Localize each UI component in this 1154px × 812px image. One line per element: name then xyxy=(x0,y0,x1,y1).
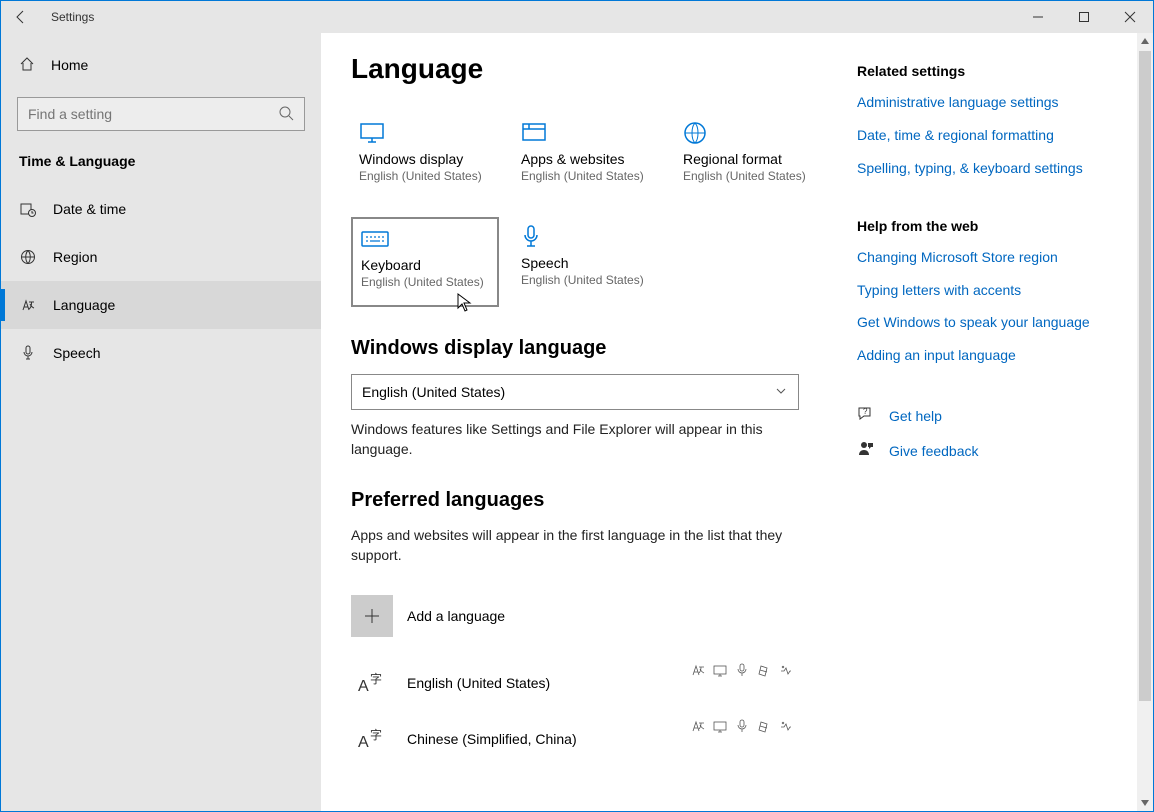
nav-label: Region xyxy=(53,249,97,265)
tile-sub: English (United States) xyxy=(359,169,491,183)
search-box[interactable] xyxy=(17,97,305,131)
tile-sub: English (United States) xyxy=(521,273,653,287)
close-button[interactable] xyxy=(1107,1,1153,33)
link-add-input[interactable]: Adding an input language xyxy=(857,346,1117,365)
home-icon xyxy=(19,56,35,75)
tile-sub: English (United States) xyxy=(521,169,653,183)
minimize-button[interactable] xyxy=(1015,1,1061,33)
feature-badges xyxy=(691,663,793,677)
tile-label: Regional format xyxy=(683,151,815,167)
language-glyph-icon: A字 xyxy=(351,671,393,695)
plus-icon xyxy=(351,595,393,637)
svg-text:字: 字 xyxy=(370,671,382,686)
svg-text:?: ? xyxy=(863,407,868,416)
feedback-icon xyxy=(857,440,875,461)
chevron-down-icon xyxy=(774,384,788,401)
language-glyph-icon: A字 xyxy=(351,727,393,751)
svg-text:A: A xyxy=(358,678,369,695)
nav-language[interactable]: Language xyxy=(1,281,321,329)
tile-label: Apps & websites xyxy=(521,151,653,167)
language-name: Chinese (Simplified, China) xyxy=(407,731,577,747)
link-accents[interactable]: Typing letters with accents xyxy=(857,281,1117,300)
monitor-icon xyxy=(359,119,491,147)
get-help-link[interactable]: ? Get help xyxy=(857,405,1117,426)
window-icon xyxy=(521,119,653,147)
help-icon: ? xyxy=(857,405,875,426)
dropdown-value: English (United States) xyxy=(362,384,505,400)
content-area: Language Windows display English (United… xyxy=(321,33,857,811)
tile-windows-display[interactable]: Windows display English (United States) xyxy=(351,113,499,203)
microphone-icon xyxy=(521,223,653,251)
globe-region-icon xyxy=(683,119,815,147)
tile-sub: English (United States) xyxy=(361,275,489,289)
globe-icon xyxy=(19,249,37,265)
link-admin-language[interactable]: Administrative language settings xyxy=(857,93,1117,112)
search-input[interactable] xyxy=(28,106,278,122)
nav-region[interactable]: Region xyxy=(1,233,321,281)
link-spelling-typing[interactable]: Spelling, typing, & keyboard settings xyxy=(857,159,1117,178)
nav-label: Date & time xyxy=(53,201,126,217)
category-heading: Time & Language xyxy=(1,145,321,185)
preferred-languages-heading: Preferred languages xyxy=(351,489,827,512)
right-pane: Related settings Administrative language… xyxy=(857,33,1137,811)
language-name: English (United States) xyxy=(407,675,550,691)
home-label: Home xyxy=(51,57,88,73)
microphone-icon xyxy=(19,345,37,361)
preferred-languages-desc: Apps and websites will appear in the fir… xyxy=(351,526,811,565)
feature-badges xyxy=(691,719,793,733)
tile-speech[interactable]: Speech English (United States) xyxy=(513,217,661,307)
link-date-time-format[interactable]: Date, time & regional formatting xyxy=(857,126,1117,145)
scrollbar[interactable] xyxy=(1137,33,1153,811)
language-icon xyxy=(19,297,37,313)
link-speak-language[interactable]: Get Windows to speak your language xyxy=(857,313,1117,332)
tile-regional-format[interactable]: Regional format English (United States) xyxy=(675,113,823,203)
calendar-clock-icon xyxy=(19,201,37,217)
tile-label: Keyboard xyxy=(361,257,489,273)
tile-sub: English (United States) xyxy=(683,169,815,183)
link-store-region[interactable]: Changing Microsoft Store region xyxy=(857,248,1117,267)
add-language-label: Add a language xyxy=(407,608,505,624)
svg-text:字: 字 xyxy=(370,727,382,742)
sidebar: Home Time & Language Date & time Region … xyxy=(1,33,321,811)
feedback-label: Give feedback xyxy=(889,443,979,459)
home-nav[interactable]: Home xyxy=(1,41,321,89)
tile-label: Windows display xyxy=(359,151,491,167)
page-title: Language xyxy=(351,53,827,85)
search-icon xyxy=(278,105,294,124)
back-button[interactable] xyxy=(1,1,41,33)
display-language-dropdown[interactable]: English (United States) xyxy=(351,374,799,410)
keyboard-icon xyxy=(361,225,489,253)
give-feedback-link[interactable]: Give feedback xyxy=(857,440,1117,461)
maximize-button[interactable] xyxy=(1061,1,1107,33)
add-language-button[interactable]: Add a language xyxy=(351,595,827,637)
tile-apps-websites[interactable]: Apps & websites English (United States) xyxy=(513,113,661,203)
help-heading: Help from the web xyxy=(857,218,1117,234)
language-item[interactable]: A字 English (United States) xyxy=(351,655,799,711)
nav-date-time[interactable]: Date & time xyxy=(1,185,321,233)
display-language-heading: Windows display language xyxy=(351,337,827,360)
titlebar: Settings xyxy=(1,1,1153,33)
scroll-thumb[interactable] xyxy=(1139,51,1151,701)
tile-keyboard[interactable]: Keyboard English (United States) xyxy=(351,217,499,307)
window-title: Settings xyxy=(51,10,94,24)
tile-label: Speech xyxy=(521,255,653,271)
svg-text:A: A xyxy=(358,734,369,751)
related-settings-heading: Related settings xyxy=(857,63,1117,79)
nav-label: Language xyxy=(53,297,115,313)
language-item[interactable]: A字 Chinese (Simplified, China) xyxy=(351,711,799,767)
nav-label: Speech xyxy=(53,345,100,361)
scroll-up-icon[interactable] xyxy=(1137,33,1153,49)
get-help-label: Get help xyxy=(889,408,942,424)
scroll-down-icon[interactable] xyxy=(1137,795,1153,811)
nav-speech[interactable]: Speech xyxy=(1,329,321,377)
display-language-desc: Windows features like Settings and File … xyxy=(351,420,811,459)
